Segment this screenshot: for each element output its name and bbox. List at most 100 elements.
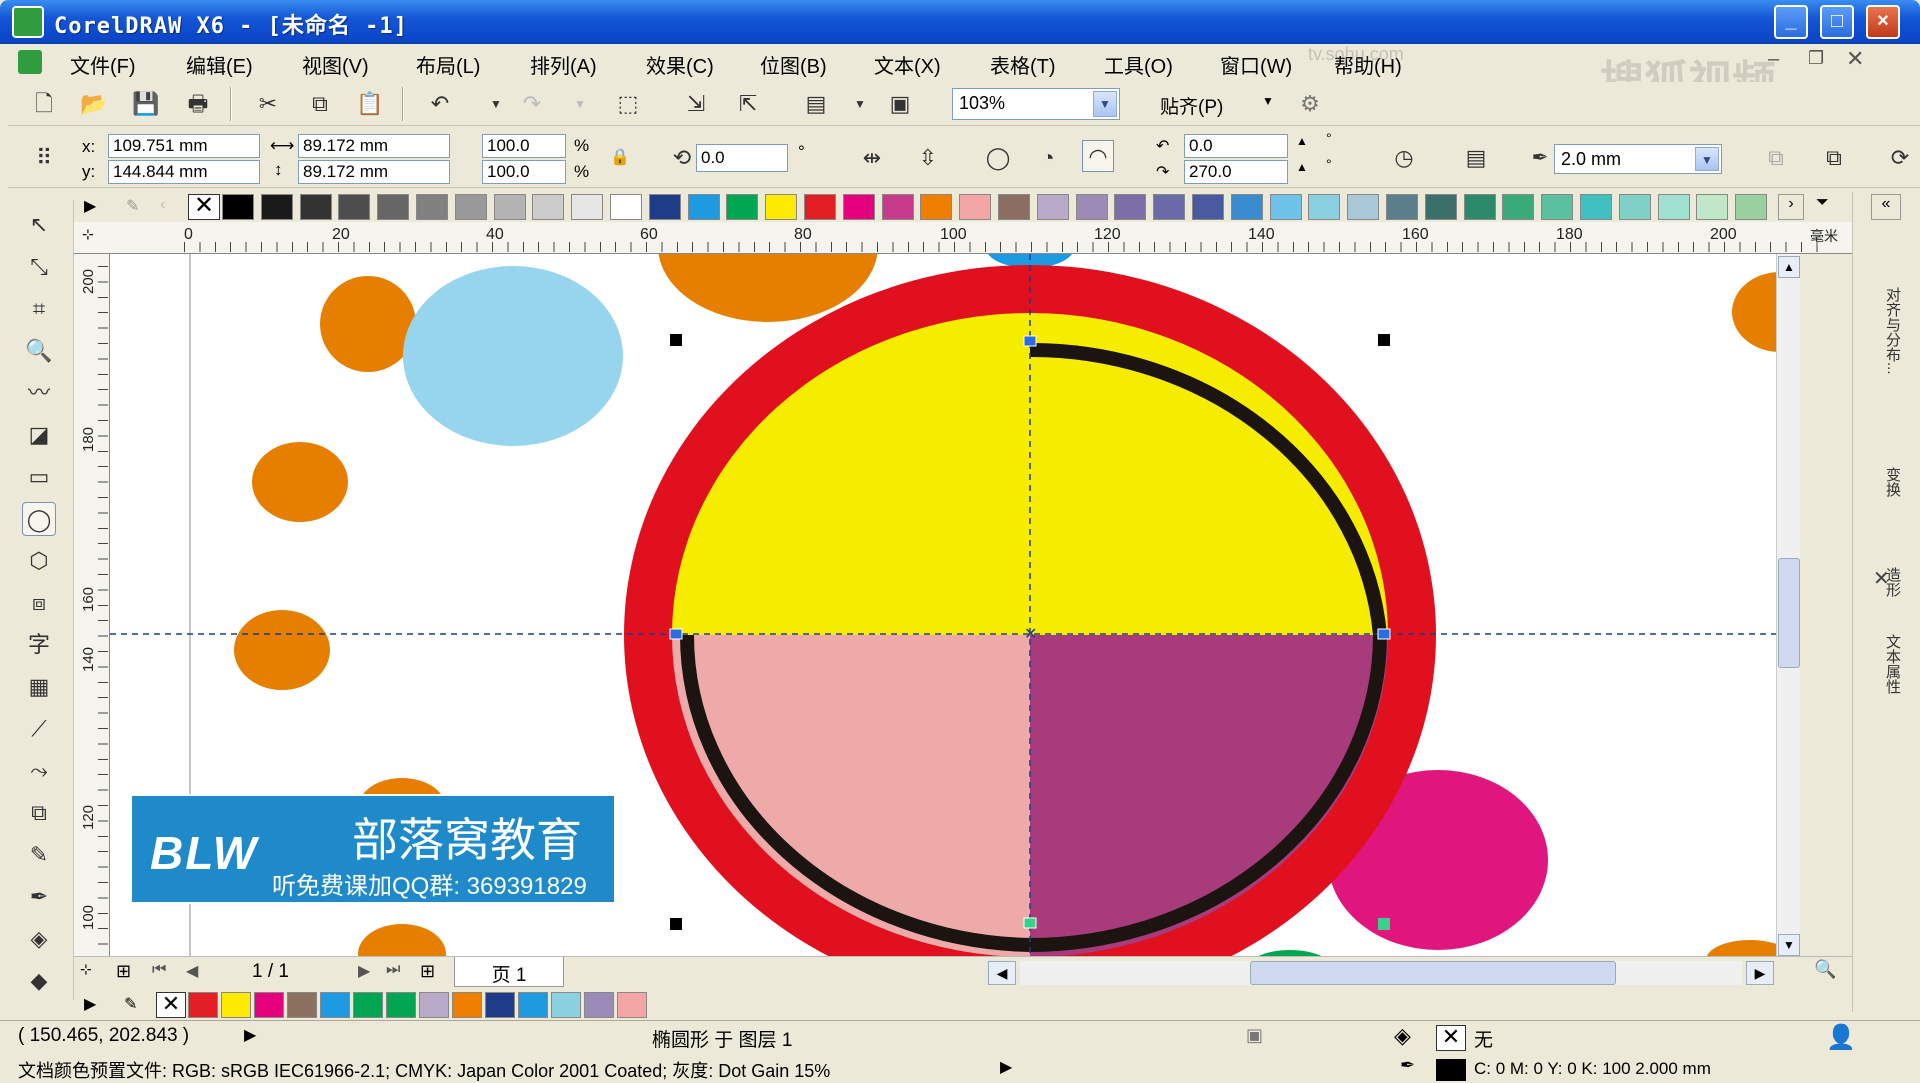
- chevron-down-icon[interactable]: ▼: [1695, 147, 1719, 171]
- redo-dropdown-icon[interactable]: ▼: [564, 88, 596, 120]
- color-swatch[interactable]: [338, 194, 371, 220]
- color-swatch[interactable]: [1618, 194, 1651, 220]
- text-tool-icon[interactable]: 字: [22, 628, 56, 662]
- height-input[interactable]: [298, 160, 450, 184]
- pie-mode-icon[interactable]: ◔: [1032, 142, 1064, 174]
- document-icon[interactable]: [18, 50, 42, 74]
- scroll-up-icon[interactable]: ▲: [1778, 256, 1800, 278]
- doc-palette-play-icon[interactable]: ▶: [84, 994, 96, 1014]
- scroll-right-icon[interactable]: ▶: [1746, 961, 1774, 985]
- color-swatch[interactable]: [416, 194, 448, 220]
- color-swatch[interactable]: [299, 194, 332, 220]
- menu-edit[interactable]: 编辑(E): [186, 50, 253, 79]
- outline-tool-icon[interactable]: ✒: [22, 880, 56, 914]
- doc-close-button[interactable]: ✕: [1846, 46, 1864, 72]
- menu-file[interactable]: 文件(F): [70, 50, 136, 79]
- selection-handle[interactable]: [1378, 334, 1390, 346]
- scroll-down-icon[interactable]: ▼: [1778, 934, 1800, 956]
- to-back-icon[interactable]: ⧉: [1818, 142, 1850, 174]
- doc-color-swatch[interactable]: [452, 992, 482, 1018]
- color-swatch[interactable]: [1036, 194, 1069, 220]
- menu-table[interactable]: 表格(T): [990, 50, 1056, 79]
- color-swatch[interactable]: [1424, 194, 1457, 220]
- smart-fill-tool-icon[interactable]: ◪: [22, 418, 56, 452]
- color-swatch[interactable]: [571, 194, 604, 220]
- last-page-icon[interactable]: ⏭: [386, 961, 400, 979]
- doc-color-swatch[interactable]: [353, 992, 383, 1018]
- color-swatch[interactable]: [1075, 194, 1108, 220]
- menu-layout[interactable]: 布局(L): [416, 50, 480, 79]
- color-swatch[interactable]: [377, 194, 410, 220]
- outline-width-select[interactable]: 2.0 mm ▼: [1554, 144, 1722, 174]
- color-swatch[interactable]: [998, 194, 1030, 220]
- menu-effects[interactable]: 效果(C): [646, 50, 714, 79]
- start-angle-input[interactable]: [1184, 134, 1288, 158]
- snap-to-button[interactable]: 贴齐(P): [1160, 92, 1223, 119]
- minimize-button[interactable]: _: [1774, 5, 1808, 39]
- orange-dot[interactable]: [358, 924, 446, 960]
- print-icon[interactable]: 🖶: [182, 88, 214, 120]
- open-icon[interactable]: 📂: [78, 88, 110, 120]
- vertical-ruler[interactable]: 200 180 160 140 120 100: [74, 254, 110, 960]
- cut-icon[interactable]: ✂: [252, 88, 284, 120]
- menu-tools[interactable]: 工具(O): [1104, 50, 1173, 79]
- maximize-button[interactable]: □: [1820, 5, 1854, 39]
- publish-pdf-icon[interactable]: ▤: [800, 88, 832, 120]
- wrap-text-icon[interactable]: ▤: [1460, 142, 1492, 174]
- drawing-canvas[interactable]: ✕ BLW 部落窝教育 听免费课加QQ群: 369391829 ▲ ▼: [110, 254, 1800, 960]
- scale-y-input[interactable]: [482, 160, 566, 184]
- collapse-docker-icon[interactable]: «: [1871, 194, 1901, 220]
- palette-play-icon[interactable]: ▶: [84, 196, 96, 216]
- vertical-scroll-thumb[interactable]: [1778, 558, 1800, 668]
- color-swatch[interactable]: [1502, 194, 1535, 220]
- mirror-vertical-icon[interactable]: ⇳: [912, 142, 944, 174]
- color-swatch[interactable]: [687, 194, 720, 220]
- ruler-origin-icon[interactable]: ⊹: [82, 226, 94, 243]
- basic-shapes-tool-icon[interactable]: ⧈: [22, 586, 56, 620]
- doc-color-swatch[interactable]: [551, 992, 581, 1018]
- docker-tab-text-properties[interactable]: 文本属性: [1867, 604, 1903, 724]
- vertical-scrollbar[interactable]: ▲ ▼: [1776, 254, 1800, 960]
- doc-color-swatch[interactable]: [287, 992, 317, 1018]
- pick-tool-icon[interactable]: ↖: [22, 208, 56, 242]
- doc-color-swatch[interactable]: [584, 992, 614, 1018]
- node-handle[interactable]: [1023, 335, 1037, 347]
- zoom-navigator-icon[interactable]: 🔍: [1814, 959, 1836, 980]
- color-swatch[interactable]: [881, 194, 914, 220]
- orange-dot[interactable]: [234, 610, 330, 690]
- color-swatch[interactable]: [842, 194, 875, 220]
- node-handle[interactable]: [1377, 628, 1391, 640]
- scroll-left-icon[interactable]: ◀: [988, 961, 1016, 985]
- x-position-input[interactable]: [108, 134, 260, 158]
- color-swatch[interactable]: [610, 194, 642, 220]
- pink-bottom-left-quarter[interactable]: [672, 635, 1030, 957]
- coreldraw-app-icon[interactable]: [12, 6, 44, 38]
- interactive-fill-tool-icon[interactable]: ◆: [22, 964, 56, 998]
- paste-icon[interactable]: 📋: [354, 88, 386, 120]
- color-swatch[interactable]: [222, 194, 254, 220]
- menu-text[interactable]: 文本(X): [874, 50, 941, 79]
- profile-expand-icon[interactable]: ▶: [1000, 1057, 1012, 1077]
- mirror-horizontal-icon[interactable]: ⇹: [856, 142, 888, 174]
- app-launcher-dropdown-icon[interactable]: ▼: [844, 88, 876, 120]
- direction-toggle-icon[interactable]: ◷: [1388, 142, 1420, 174]
- prev-page-icon[interactable]: ◀: [186, 961, 198, 981]
- arc-mode-icon[interactable]: ◠: [1082, 140, 1114, 172]
- selection-handle[interactable]: [670, 334, 682, 346]
- node-handle[interactable]: [669, 628, 683, 640]
- menu-bitmaps[interactable]: 位图(B): [760, 50, 827, 79]
- end-angle-input[interactable]: [1184, 160, 1288, 184]
- add-page-after-icon[interactable]: ⊞: [420, 961, 435, 982]
- color-swatch[interactable]: [1114, 194, 1147, 220]
- fill-tool-icon[interactable]: ◈: [22, 922, 56, 956]
- doc-restore-button[interactable]: ❐: [1808, 48, 1824, 69]
- to-front-icon[interactable]: ⧉: [1760, 142, 1792, 174]
- zoom-level-select[interactable]: 103% ▼: [952, 88, 1120, 120]
- options-icon[interactable]: ⚙: [1294, 88, 1326, 120]
- palette-scroll-left-icon[interactable]: ‹: [160, 196, 165, 214]
- doc-minimize-button[interactable]: –: [1768, 48, 1779, 71]
- width-input[interactable]: [298, 134, 450, 158]
- color-swatch[interactable]: [726, 194, 759, 220]
- color-swatch[interactable]: [1386, 194, 1418, 220]
- doc-color-swatch[interactable]: [320, 992, 350, 1018]
